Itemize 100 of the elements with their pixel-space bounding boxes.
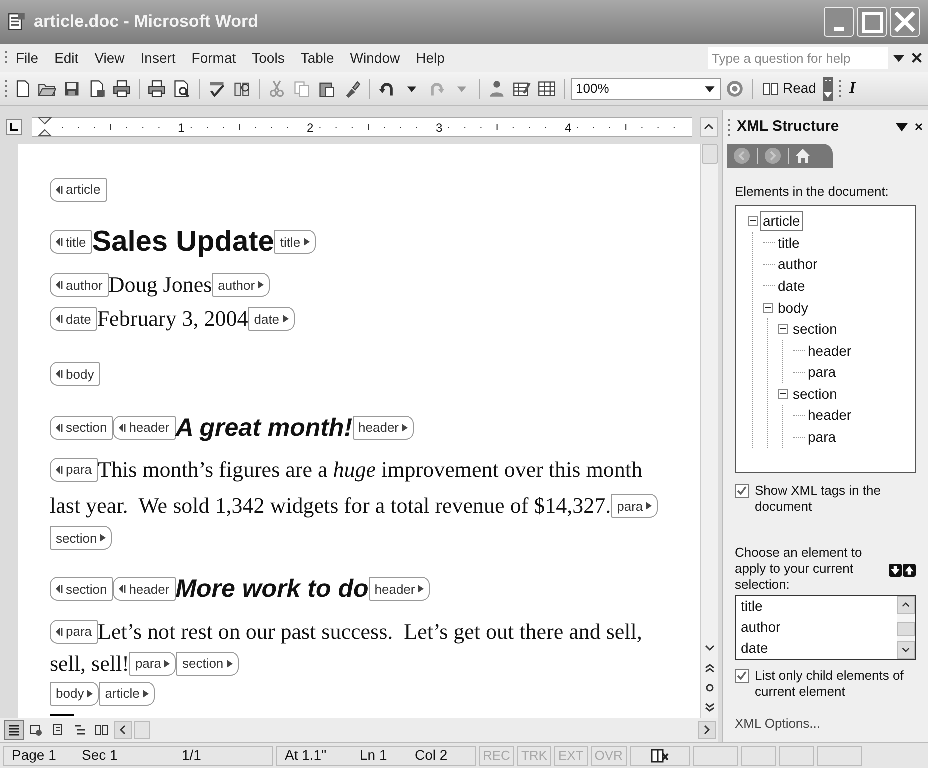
document-magnifier-icon[interactable] (173, 80, 191, 98)
scroll-down-button[interactable] (897, 641, 915, 660)
xml-start-tag[interactable]: para (50, 458, 98, 482)
web-view-icon (29, 723, 43, 737)
xml-end-tag[interactable]: title (274, 230, 316, 254)
book-cross-icon[interactable] (650, 748, 669, 764)
xml-start-tag[interactable]: header (113, 416, 176, 440)
grip-icon (727, 118, 731, 136)
menu-item[interactable]: Table (292, 48, 342, 68)
tag-arrow-icon (418, 585, 424, 594)
checkbox-label: List only child elements of current element (755, 668, 905, 700)
tree-item[interactable]: header (805, 340, 855, 361)
options-link[interactable]: XML Options... (735, 714, 916, 734)
arrow-down-icon[interactable] (889, 564, 902, 577)
indent-marker-icon[interactable] (38, 117, 52, 137)
xml-start-tag[interactable]: section (50, 577, 114, 602)
normal-view-button[interactable] (4, 720, 24, 740)
tree-item[interactable]: section (790, 384, 840, 404)
xml-end-tag[interactable]: date (248, 307, 295, 332)
list-item[interactable]: date (741, 638, 897, 659)
scroll-up-button[interactable] (700, 117, 718, 137)
zoom-field[interactable]: 100% (571, 78, 721, 100)
scroll-thumb[interactable] (134, 721, 150, 739)
menu-item[interactable]: Format (184, 48, 244, 68)
list-item[interactable]: author (741, 616, 897, 638)
tree-item[interactable]: header (805, 405, 855, 426)
maximize-icon (862, 12, 882, 32)
tree-item[interactable]: title (775, 232, 803, 253)
xml-end-tag[interactable]: para (611, 494, 658, 518)
collapse-icon[interactable] (763, 302, 773, 313)
list-item[interactable]: title (741, 596, 897, 617)
scroll-right-button[interactable] (698, 721, 716, 739)
menu-item[interactable]: Insert (132, 48, 184, 68)
maximize-button[interactable] (857, 7, 887, 37)
xml-end-tag[interactable]: header (368, 577, 430, 602)
collapse-icon[interactable] (748, 216, 758, 226)
xml-end-tag[interactable]: section (176, 652, 239, 676)
xml-start-tag[interactable]: header (113, 577, 176, 602)
menu-item[interactable]: Tools (244, 48, 293, 68)
xml-end-tag[interactable]: article (99, 682, 155, 706)
tree-item[interactable]: article (760, 211, 804, 232)
minimize-button[interactable] (824, 7, 854, 37)
xml-end-tag[interactable]: header (352, 416, 414, 440)
collapse-icon[interactable] (778, 388, 788, 399)
xml-start-tag[interactable]: article (50, 178, 107, 202)
tree-item[interactable]: para (805, 362, 840, 382)
italic-button[interactable]: I (845, 76, 860, 100)
menu-item[interactable]: Edit (46, 48, 87, 68)
back-icon[interactable] (733, 146, 751, 165)
document-lock-icon[interactable] (88, 80, 106, 98)
paragraph-line: last year. We sold 1,342 widgets for a total revenue of $14,327. (50, 493, 612, 518)
paragraph-line: This month’s figures are a huge improvement over this month (98, 456, 642, 482)
close-icon[interactable] (914, 122, 924, 132)
close-button[interactable] (890, 7, 920, 37)
person-icon[interactable] (488, 80, 506, 98)
scroll-thumb[interactable] (897, 622, 915, 636)
status-text: At 1.1" (285, 746, 328, 765)
xml-start-tag[interactable]: title (50, 230, 92, 254)
xml-end-tag[interactable]: author (212, 273, 270, 298)
tree-item[interactable]: author (775, 254, 821, 274)
help-icon[interactable] (726, 80, 744, 98)
help-search-field[interactable]: Type a question for help (708, 47, 888, 69)
forward-icon[interactable] (764, 146, 782, 165)
collapse-icon[interactable] (778, 324, 788, 334)
read-button[interactable]: Read (759, 76, 820, 100)
tree-item[interactable]: section (790, 319, 840, 340)
tag-arrow-icon (56, 370, 63, 378)
xml-start-tag[interactable]: body (50, 362, 100, 386)
table-icon[interactable] (538, 80, 556, 98)
printer-icon[interactable] (113, 80, 131, 98)
tree-item[interactable]: para (805, 427, 840, 448)
xml-start-tag[interactable]: date (50, 307, 98, 332)
menu-item[interactable]: Window (342, 48, 408, 68)
left-tab-icon (9, 122, 19, 132)
arrow-up-icon[interactable] (903, 564, 916, 577)
scroll-left-button[interactable] (114, 721, 132, 739)
scroll-thumb[interactable] (702, 144, 718, 164)
end-of-document-mark (50, 714, 74, 716)
xml-start-tag[interactable]: section (50, 416, 114, 440)
menu-item[interactable]: View (86, 48, 133, 68)
book-icon (763, 80, 779, 96)
dropdown-arrow-icon[interactable] (896, 120, 908, 133)
xml-end-tag[interactable]: para (129, 652, 176, 676)
tree-item[interactable]: body (775, 298, 812, 318)
menu-item[interactable]: Help (408, 48, 453, 68)
scroll-up-button[interactable] (897, 596, 915, 614)
xml-start-tag[interactable]: para (50, 620, 98, 644)
checkbox[interactable] (735, 669, 749, 684)
tab-selector[interactable] (6, 119, 22, 135)
close-icon[interactable] (910, 51, 924, 65)
printer-icon[interactable] (148, 80, 166, 98)
xml-start-tag[interactable]: author (50, 273, 109, 298)
xml-end-tag[interactable]: body (50, 682, 100, 706)
home-icon[interactable] (795, 148, 811, 164)
checkmark-icon[interactable] (208, 80, 226, 98)
tree-item[interactable]: date (775, 276, 808, 296)
toolbar-overflow-icon[interactable] (823, 76, 834, 100)
checkbox[interactable] (735, 484, 749, 498)
xml-end-tag[interactable]: section (50, 526, 112, 550)
menu-item[interactable]: File (8, 48, 47, 68)
